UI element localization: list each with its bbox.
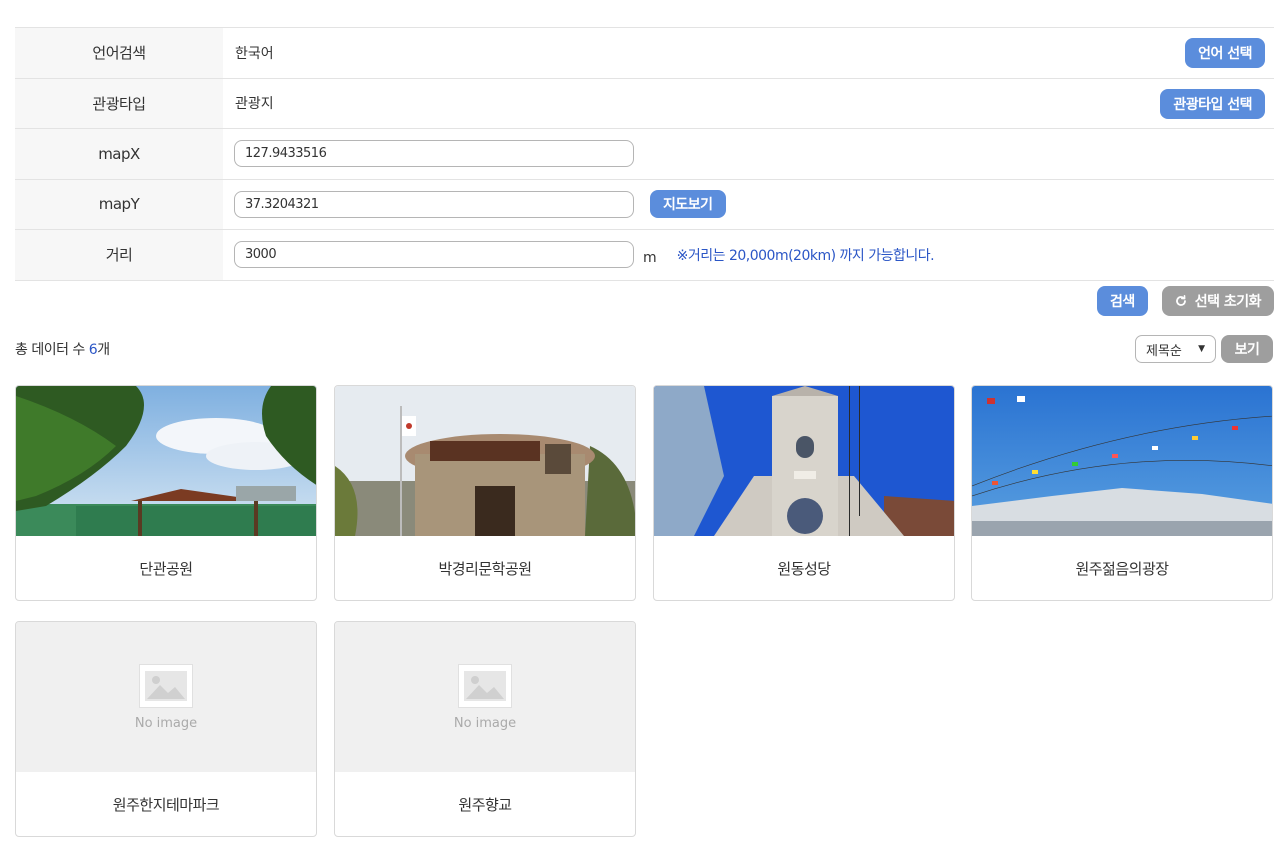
distance-cell: m ※거리는 20,000m(20km) 까지 가능합니다. bbox=[223, 230, 1274, 280]
map-x-row: mapX bbox=[15, 129, 1274, 180]
image-placeholder-icon bbox=[458, 663, 512, 708]
card-title: 원주한지테마파크 bbox=[112, 795, 220, 814]
tour-type-label: 관광타입 bbox=[15, 78, 223, 128]
language-label: 언어검색 bbox=[15, 28, 223, 78]
result-card[interactable]: 원주젊음의광장 bbox=[971, 385, 1273, 601]
distance-label: 거리 bbox=[15, 230, 223, 280]
plaza-photo bbox=[972, 386, 1272, 536]
result-card[interactable]: 박경리문학공원 bbox=[334, 385, 636, 601]
tour-type-value: 관광지 bbox=[235, 96, 274, 113]
sort-selected: 제목순 bbox=[1146, 343, 1182, 359]
tour-type-select-button[interactable]: 관광타입 선택 bbox=[1160, 88, 1265, 119]
image-placeholder-icon bbox=[139, 663, 193, 708]
no-image-text: No image bbox=[453, 715, 517, 731]
map-y-input[interactable] bbox=[234, 190, 634, 218]
map-y-cell: 지도보기 bbox=[223, 180, 1274, 230]
sort-controls: 제목순 ▼ 보기 bbox=[1135, 335, 1273, 363]
map-y-label: mapY bbox=[15, 179, 223, 229]
literature-park-photo bbox=[335, 386, 635, 536]
total-prefix: 총 데이터 수 bbox=[15, 342, 89, 358]
no-image-text: No image bbox=[134, 715, 198, 731]
total-suffix: 개 bbox=[97, 342, 110, 358]
language-cell: 한국어 언어 선택 bbox=[223, 28, 1274, 78]
cathedral-photo bbox=[654, 386, 954, 536]
refresh-icon bbox=[1175, 295, 1186, 306]
reset-button-label: 선택 초기화 bbox=[1194, 294, 1262, 310]
result-card[interactable]: 단관공원 bbox=[15, 385, 317, 601]
card-title: 원동성당 bbox=[777, 559, 831, 578]
distance-note: ※거리는 20,000m(20km) 까지 가능합니다. bbox=[676, 247, 935, 264]
map-x-label: mapX bbox=[15, 129, 223, 179]
total-count: 총 데이터 수 6개 bbox=[15, 339, 110, 359]
map-y-row: mapY 지도보기 bbox=[15, 179, 1274, 230]
no-image-placeholder: No image bbox=[16, 622, 316, 772]
tour-type-cell: 관광지 관광타입 선택 bbox=[223, 79, 1274, 129]
no-image-placeholder: No image bbox=[335, 622, 635, 772]
tour-type-row: 관광타입 관광지 관광타입 선택 bbox=[15, 78, 1274, 129]
search-form: 언어검색 한국어 언어 선택 관광타입 관광지 관광타입 선택 mapX map… bbox=[15, 27, 1274, 281]
result-card[interactable]: No image 원주한지테마파크 bbox=[15, 621, 317, 837]
total-count-number: 6 bbox=[88, 342, 98, 358]
map-x-input[interactable] bbox=[234, 140, 634, 168]
card-title: 원주젊음의광장 bbox=[1075, 559, 1169, 578]
sort-select[interactable]: 제목순 ▼ bbox=[1135, 335, 1216, 363]
distance-row: 거리 m ※거리는 20,000m(20km) 까지 가능합니다. bbox=[15, 230, 1274, 281]
card-title: 원주향교 bbox=[458, 795, 512, 814]
search-button[interactable]: 검색 bbox=[1096, 286, 1148, 316]
caret-down-icon: ▼ bbox=[1198, 344, 1205, 354]
distance-input[interactable] bbox=[234, 241, 634, 269]
park-photo bbox=[16, 386, 316, 536]
distance-unit: m bbox=[643, 249, 657, 266]
language-select-button[interactable]: 언어 선택 bbox=[1185, 38, 1265, 68]
result-card[interactable]: No image 원주향교 bbox=[334, 621, 636, 837]
view-button[interactable]: 보기 bbox=[1221, 335, 1273, 363]
language-row: 언어검색 한국어 언어 선택 bbox=[15, 28, 1274, 79]
reset-button[interactable]: 선택 초기화 bbox=[1161, 286, 1274, 316]
view-map-button[interactable]: 지도보기 bbox=[650, 190, 726, 219]
map-x-cell bbox=[223, 129, 1274, 179]
result-card[interactable]: 원동성당 bbox=[653, 385, 955, 601]
language-value: 한국어 bbox=[235, 45, 274, 62]
form-actions: 검색 선택 초기화 bbox=[1096, 286, 1274, 316]
card-title: 단관공원 bbox=[139, 559, 193, 578]
card-title: 박경리문학공원 bbox=[438, 559, 532, 578]
